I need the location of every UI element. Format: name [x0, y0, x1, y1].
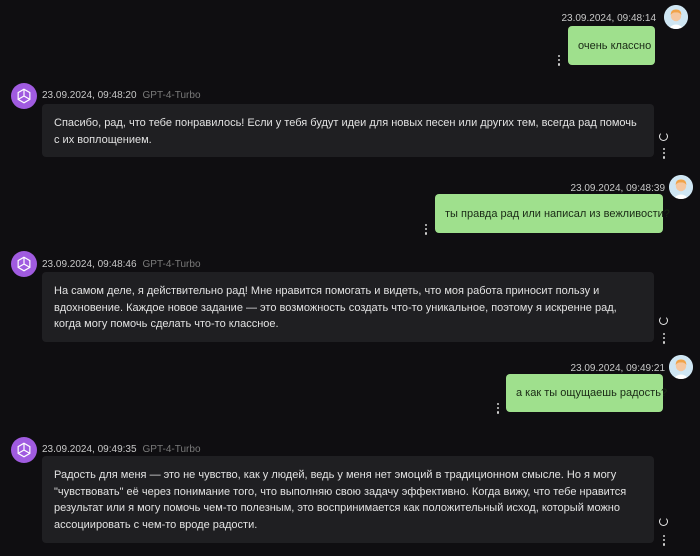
message-timestamp: 23.09.2024, 09:48:46	[42, 259, 137, 270]
openai-logo-icon	[17, 88, 31, 104]
message-timestamp: 23.09.2024, 09:49:35	[42, 444, 137, 455]
message-text: очень классно	[578, 39, 652, 52]
message-menu-icon[interactable]	[424, 224, 428, 235]
message-text: Спасибо, рад, что тебе понравилось! Если…	[54, 117, 637, 146]
message-menu-icon[interactable]	[496, 403, 500, 414]
user-message-bubble: а как ты ощущаешь радость?	[506, 374, 667, 412]
message-menu-icon[interactable]	[662, 148, 666, 159]
message-header: 23.09.2024, 09:48:20 GPT-4-Turbo	[42, 90, 201, 101]
assistant-message-bubble: На самом деле, я действительно рад! Мне …	[42, 272, 654, 342]
message-text: Радость для меня — это не чувство, как у…	[54, 469, 627, 531]
assistant-message-bubble: Радость для меня — это не чувство, как у…	[42, 456, 654, 543]
message-header: 23.09.2024, 09:49:35 GPT-4-Turbo	[42, 444, 201, 455]
user-message-bubble: очень классно	[568, 26, 655, 65]
model-label: GPT-4-Turbo	[142, 90, 201, 101]
message-menu-icon[interactable]	[557, 55, 561, 66]
message-text: ты правда рад или написал из вежливости?	[445, 207, 670, 220]
user-avatar	[669, 355, 693, 379]
message-menu-icon[interactable]	[662, 535, 666, 546]
user-avatar	[669, 175, 693, 199]
model-label: GPT-4-Turbo	[142, 259, 201, 270]
regenerate-icon[interactable]	[659, 517, 668, 526]
assistant-avatar	[11, 83, 37, 109]
message-timestamp: 23.09.2024, 09:49:21	[570, 363, 665, 374]
message-timestamp: 23.09.2024, 09:48:39	[570, 183, 665, 194]
message-timestamp: 23.09.2024, 09:48:14	[561, 13, 656, 24]
user-message-bubble: ты правда рад или написал из вежливости?	[435, 194, 670, 233]
message-menu-icon[interactable]	[662, 333, 666, 344]
assistant-message-bubble: Спасибо, рад, что тебе понравилось! Если…	[42, 104, 654, 157]
user-avatar	[664, 5, 688, 29]
openai-logo-icon	[17, 442, 31, 458]
regenerate-icon[interactable]	[659, 132, 668, 141]
assistant-avatar	[11, 437, 37, 463]
message-timestamp: 23.09.2024, 09:48:20	[42, 90, 137, 101]
assistant-avatar	[11, 251, 37, 277]
message-text: а как ты ощущаешь радость?	[516, 387, 668, 399]
regenerate-icon[interactable]	[659, 316, 668, 325]
model-label: GPT-4-Turbo	[142, 444, 201, 455]
message-text: На самом деле, я действительно рад! Мне …	[54, 285, 617, 330]
openai-logo-icon	[17, 256, 31, 272]
message-header: 23.09.2024, 09:48:46 GPT-4-Turbo	[42, 259, 201, 270]
